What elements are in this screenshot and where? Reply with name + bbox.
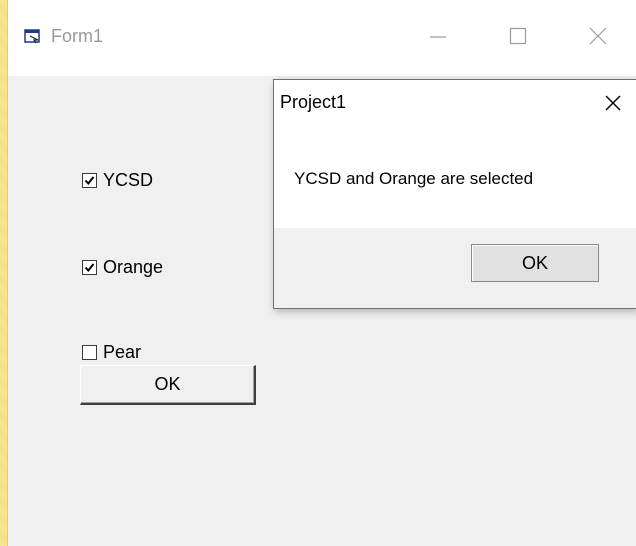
checkbox-box[interactable] <box>82 259 97 275</box>
minimize-button[interactable] <box>411 14 465 58</box>
checkbox-orange[interactable]: Orange <box>82 256 163 278</box>
checkbox-ycsd[interactable]: YCSD <box>82 169 153 191</box>
dialog-footer: OK <box>274 228 636 308</box>
maximize-button[interactable] <box>491 14 545 58</box>
checkbox-label: Pear <box>103 341 142 362</box>
minimize-icon <box>430 36 446 38</box>
checkbox-pear[interactable]: Pear <box>82 341 141 363</box>
checkbox-label: Orange <box>103 256 164 277</box>
checkmark-icon <box>84 175 95 185</box>
close-button[interactable] <box>571 14 625 58</box>
title-bar[interactable]: Form1 <box>8 0 636 76</box>
dialog-ok-button[interactable]: OK <box>471 244 599 282</box>
close-icon <box>589 27 607 45</box>
checkbox-box[interactable] <box>82 172 97 188</box>
dialog-title: Project1 <box>280 92 347 112</box>
window-title: Form1 <box>51 26 104 46</box>
checkbox-box[interactable] <box>82 344 97 360</box>
form-app-icon <box>24 28 42 44</box>
dialog-close-button[interactable] <box>598 88 628 118</box>
dialog-message: YCSD and Orange are selected <box>294 169 534 188</box>
checkmark-icon <box>84 262 95 272</box>
maximize-icon <box>509 27 527 45</box>
message-dialog: Project1 YCSD and Orange are selected OK <box>273 79 636 309</box>
close-icon <box>605 95 621 111</box>
checkbox-label: YCSD <box>103 169 154 190</box>
ok-button[interactable]: OK <box>80 365 256 405</box>
form1-window: Form1 YCSD Orange Pear OK Project1 YCSD … <box>8 0 636 546</box>
